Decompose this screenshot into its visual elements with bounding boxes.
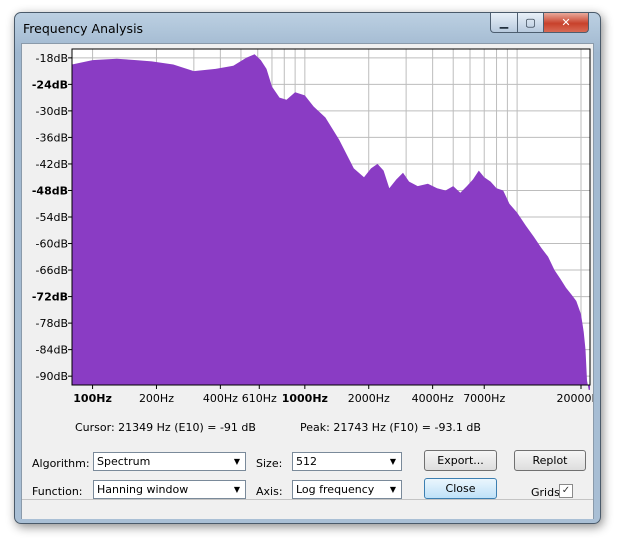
size-value: 512 — [296, 455, 317, 468]
axis-value: Log frequency — [296, 483, 375, 496]
y-tick-label: -78dB — [36, 317, 69, 330]
y-tick-label: -48dB — [32, 184, 68, 197]
function-label: Function: — [32, 485, 83, 498]
x-tick-label: 1000Hz — [282, 392, 328, 405]
checkmark-icon: ✓ — [561, 485, 571, 496]
title-bar[interactable]: Frequency Analysis ▁ ▢ ✕ — [15, 13, 600, 43]
grids-label: Grids — [531, 486, 560, 499]
y-tick-label: -18dB — [36, 52, 69, 65]
grids-checkbox[interactable]: ✓ — [559, 484, 573, 498]
peak-readout: Peak: 21743 Hz (F10) = -93.1 dB — [300, 421, 481, 434]
chevron-down-icon: ▼ — [389, 485, 397, 494]
x-tick-label: 100Hz — [73, 392, 112, 405]
x-tick-label: 400Hz — [203, 392, 238, 405]
export-button[interactable]: Export... — [424, 450, 497, 471]
status-bar — [22, 499, 593, 519]
y-tick-label: -60dB — [36, 238, 69, 251]
close-window-button[interactable]: ✕ — [543, 13, 589, 33]
y-tick-label: -42dB — [36, 158, 69, 171]
y-tick-label: -84dB — [36, 344, 69, 357]
spectrum-plot[interactable]: -18dB -24dB -30dB -36dB -42dB -48dB -54dB -60dB… — [22, 44, 593, 414]
export-button-label: Export... — [437, 454, 484, 467]
axis-select[interactable]: Log frequency ▼ — [292, 480, 402, 499]
x-tick-label: 200Hz — [139, 392, 174, 405]
chevron-down-icon: ▼ — [233, 457, 241, 466]
y-tick-label: -24dB — [32, 78, 68, 91]
algorithm-label: Algorithm: — [32, 457, 90, 470]
x-tick-label: 610Hz — [242, 392, 277, 405]
spectrum-chart[interactable]: -18dB -24dB -30dB -36dB -42dB -48dB -54dB -60dB… — [22, 44, 593, 414]
close-button-label: Close — [445, 482, 476, 495]
cursor-readout: Cursor: 21349 Hz (E10) = -91 dB — [75, 421, 256, 434]
algorithm-select[interactable]: Spectrum ▼ — [93, 452, 246, 471]
x-tick-label: 4000Hz — [412, 392, 454, 405]
y-tick-label: -72dB — [32, 291, 68, 304]
y-tick-label: -66dB — [36, 264, 69, 277]
replot-button-label: Replot — [532, 454, 568, 467]
replot-button[interactable]: Replot — [514, 450, 586, 471]
chevron-down-icon: ▼ — [233, 485, 241, 494]
close-icon: ✕ — [561, 16, 571, 29]
algorithm-value: Spectrum — [97, 455, 151, 468]
y-tick-label: -90dB — [36, 370, 69, 383]
size-label: Size: — [256, 457, 283, 470]
y-tick-label: -30dB — [36, 105, 69, 118]
minimize-button[interactable]: ▁ — [490, 13, 518, 33]
x-tick-label: 2000Hz — [348, 392, 390, 405]
x-tick-label: 20000Hz — [556, 392, 593, 405]
chevron-down-icon: ▼ — [389, 457, 397, 466]
function-select[interactable]: Hanning window ▼ — [93, 480, 246, 499]
dialog-client-area: -18dB -24dB -30dB -36dB -42dB -48dB -54dB -60dB… — [21, 43, 594, 519]
maximize-icon: ▢ — [525, 16, 536, 29]
size-select[interactable]: 512 ▼ — [292, 452, 402, 471]
y-tick-label: -36dB — [36, 131, 69, 144]
maximize-button[interactable]: ▢ — [517, 13, 544, 33]
x-tick-label: 7000Hz — [463, 392, 505, 405]
window-title: Frequency Analysis — [23, 21, 144, 36]
close-button[interactable]: Close — [424, 478, 497, 499]
frequency-analysis-window: Frequency Analysis ▁ ▢ ✕ -18dB -24dB -30dB… — [14, 12, 601, 524]
function-value: Hanning window — [97, 483, 189, 496]
axis-label: Axis: — [256, 485, 283, 498]
minimize-icon: ▁ — [499, 16, 509, 29]
y-tick-label: -54dB — [36, 211, 69, 224]
